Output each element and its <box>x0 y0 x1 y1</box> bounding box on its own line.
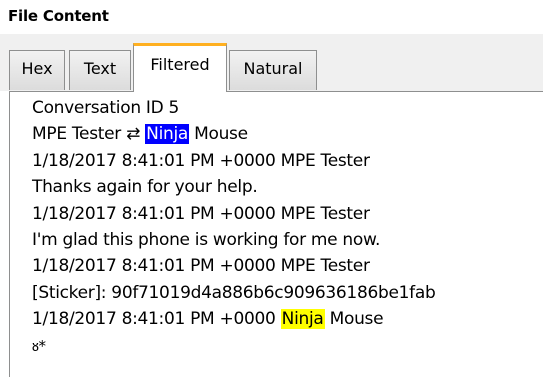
participants-line: MPE Tester ⇄ Ninja Mouse <box>32 121 435 147</box>
sticker-line: [Sticker]: 90f71019d4a886b6c909636186be1… <box>32 282 436 303</box>
message-body-line: ᴕ* <box>32 336 46 355</box>
conversation-id-line: Conversation ID 5 <box>32 98 180 118</box>
message-header-line: 1/18/2017 8:41:01 PM +0000 MPE Tester <box>32 256 370 277</box>
panel-header: File Content <box>0 0 543 34</box>
tab-text[interactable]: Text <box>69 50 131 90</box>
message-header-line: 1/18/2017 8:41:01 PM +0000 Ninja Mouse <box>32 306 435 332</box>
tab-hex[interactable]: Hex <box>9 50 65 90</box>
header-text-a: 1/18/2017 8:41:01 PM +0000 <box>32 309 281 330</box>
message-lines: Conversation ID 5 MPE Tester ⇄ Ninja Mou… <box>32 95 436 359</box>
header-text-b: Mouse <box>324 309 384 330</box>
tab-filtered[interactable]: Filtered <box>133 43 227 92</box>
file-content-view[interactable]: Conversation ID 5 MPE Tester ⇄ Ninja Mou… <box>9 91 543 377</box>
selected-highlight: Ninja <box>145 124 190 145</box>
message-body-line: I'm glad this phone is working for me no… <box>32 229 381 250</box>
participants-text-a: MPE Tester ⇄ <box>32 124 146 145</box>
participants-text-b: Mouse <box>189 124 248 145</box>
tab-natural[interactable]: Natural <box>229 50 317 90</box>
message-header-line: 1/18/2017 8:41:01 PM +0000 MPE Tester <box>32 203 370 224</box>
message-body-line: Thanks again for your help. <box>32 177 258 198</box>
message-header-line: 1/18/2017 8:41:01 PM +0000 MPE Tester <box>32 150 370 171</box>
panel-title: File Content <box>8 7 109 25</box>
search-highlight: Ninja <box>280 309 325 330</box>
